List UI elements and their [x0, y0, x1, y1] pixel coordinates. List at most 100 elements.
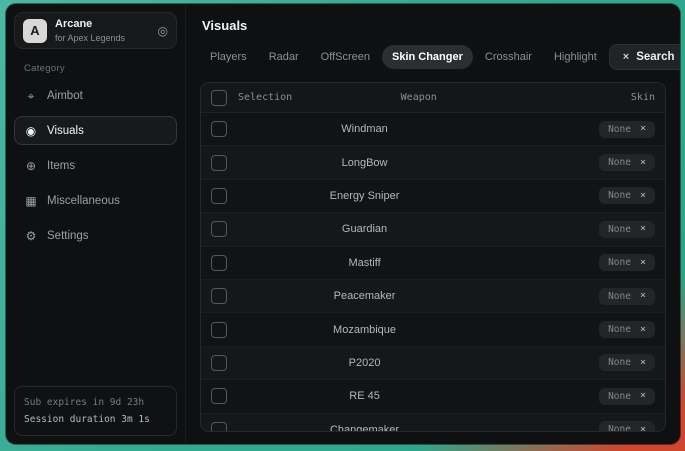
row-checkbox[interactable] — [211, 188, 227, 204]
column-header-skin-zone: Skin — [631, 92, 655, 103]
skin-cell: None × — [599, 154, 655, 171]
weapon-cell: Peacemaker — [238, 290, 491, 302]
crosshair-target-icon[interactable]: ◎ — [158, 25, 168, 37]
skin-select-badge[interactable]: None × — [599, 254, 655, 271]
skin-cell: None × — [599, 121, 655, 138]
main-panel: Visuals Players Radar OffScreen Skin Cha… — [186, 4, 680, 444]
sidebar-item-miscellaneous[interactable]: ▦ Miscellaneous — [14, 186, 177, 215]
skin-select-badge[interactable]: None × — [599, 221, 655, 238]
weapon-cell: Windman — [238, 123, 491, 135]
app-name: Arcane — [55, 18, 125, 31]
weapon-cell: Energy Sniper — [238, 190, 491, 202]
row-checkbox-zone — [211, 221, 238, 237]
weapon-name: LongBow — [342, 157, 388, 169]
skin-select-badge[interactable]: None × — [599, 187, 655, 204]
skin-cell: None × — [599, 388, 655, 405]
skin-value: None — [608, 391, 631, 402]
eye-icon: ◉ — [24, 125, 38, 137]
skin-select-badge[interactable]: None × — [599, 354, 655, 371]
app-window: A Arcane for Apex Legends ◎ Category ⌖ A… — [6, 4, 680, 444]
weapon-cell: Mastiff — [238, 257, 491, 269]
skin-select-badge[interactable]: None × — [599, 388, 655, 405]
row-checkbox[interactable] — [211, 255, 227, 271]
crosshair-icon: ⌖ — [24, 90, 38, 102]
search-button[interactable]: ×Search — [609, 44, 680, 70]
weapon-name: Energy Sniper — [330, 190, 400, 202]
table-row: LongBow None × — [201, 146, 665, 179]
table-row: Windman None × — [201, 113, 665, 146]
clear-skin-icon[interactable]: × — [640, 325, 646, 335]
row-checkbox-zone — [211, 188, 238, 204]
skin-value: None — [608, 291, 631, 302]
weapon-cell: P2020 — [238, 357, 491, 369]
skin-select-badge[interactable]: None × — [599, 321, 655, 338]
row-checkbox-zone — [211, 355, 238, 371]
table-row: Changemaker None × — [201, 414, 665, 431]
sidebar-item-visuals[interactable]: ◉ Visuals — [14, 116, 177, 145]
sidebar-item-items[interactable]: ⊕ Items — [14, 151, 177, 180]
weapon-cell: RE 45 — [238, 390, 491, 402]
skin-select-badge[interactable]: None × — [599, 121, 655, 138]
row-checkbox[interactable] — [211, 388, 227, 404]
clear-skin-icon[interactable]: × — [640, 224, 646, 234]
table-row: Energy Sniper None × — [201, 180, 665, 213]
tab-highlight[interactable]: Highlight — [544, 45, 607, 69]
row-checkbox[interactable] — [211, 121, 227, 137]
row-checkbox[interactable] — [211, 322, 227, 338]
table-row: Mastiff None × — [201, 247, 665, 280]
row-checkbox[interactable] — [211, 355, 227, 371]
search-icon: × — [623, 52, 629, 63]
skin-value: None — [608, 124, 631, 135]
weapon-name: Mozambique — [333, 324, 396, 336]
weapon-name: Mastiff — [348, 257, 380, 269]
clear-skin-icon[interactable]: × — [640, 425, 646, 431]
skin-cell: None × — [599, 354, 655, 371]
clear-skin-icon[interactable]: × — [640, 158, 646, 168]
clear-skin-icon[interactable]: × — [640, 124, 646, 134]
app-logo: A — [23, 19, 47, 43]
tab-players[interactable]: Players — [200, 45, 257, 69]
column-header-selection: Selection — [238, 92, 292, 103]
clear-skin-icon[interactable]: × — [640, 258, 646, 268]
skin-value: None — [608, 190, 631, 201]
sidebar-item-settings[interactable]: ⚙ Settings — [14, 221, 177, 250]
skin-cell: None × — [599, 221, 655, 238]
skin-select-badge[interactable]: None × — [599, 288, 655, 305]
tab-skin-changer[interactable]: Skin Changer — [382, 45, 473, 69]
weapon-name: Peacemaker — [334, 290, 396, 302]
desktop-background: A Arcane for Apex Legends ◎ Category ⌖ A… — [0, 0, 685, 451]
skin-cell: None × — [599, 321, 655, 338]
sidebar-item-label: Visuals — [47, 125, 84, 137]
select-all-checkbox[interactable] — [211, 90, 227, 106]
row-checkbox-zone — [211, 288, 238, 304]
skin-value: None — [608, 157, 631, 168]
row-checkbox[interactable] — [211, 155, 227, 171]
tab-radar[interactable]: Radar — [259, 45, 309, 69]
sidebar-item-label: Aimbot — [47, 90, 83, 102]
app-header-card: A Arcane for Apex Legends ◎ — [14, 12, 177, 49]
app-subtitle: for Apex Legends — [55, 33, 125, 43]
row-checkbox[interactable] — [211, 221, 227, 237]
tab-bar: Players Radar OffScreen Skin Changer Cro… — [200, 44, 666, 70]
weapon-name: Changemaker — [330, 424, 399, 431]
skin-select-badge[interactable]: None × — [599, 154, 655, 171]
row-checkbox-zone — [211, 155, 238, 171]
table-row: Mozambique None × — [201, 313, 665, 346]
sidebar-item-label: Miscellaneous — [47, 195, 120, 207]
clear-skin-icon[interactable]: × — [640, 391, 646, 401]
row-checkbox[interactable] — [211, 422, 227, 431]
app-meta: Arcane for Apex Legends — [55, 18, 125, 43]
header-checkbox-zone — [211, 90, 238, 106]
clear-skin-icon[interactable]: × — [640, 291, 646, 301]
sidebar-item-aimbot[interactable]: ⌖ Aimbot — [14, 81, 177, 110]
tab-offscreen[interactable]: OffScreen — [311, 45, 380, 69]
weapon-name: Windman — [341, 123, 387, 135]
session-duration-text: Session duration 3m 1s — [24, 411, 167, 428]
row-checkbox[interactable] — [211, 288, 227, 304]
weapon-name: P2020 — [349, 357, 381, 369]
tab-crosshair[interactable]: Crosshair — [475, 45, 542, 69]
skin-value: None — [608, 324, 631, 335]
clear-skin-icon[interactable]: × — [640, 358, 646, 368]
skin-select-badge[interactable]: None × — [599, 421, 655, 431]
clear-skin-icon[interactable]: × — [640, 191, 646, 201]
